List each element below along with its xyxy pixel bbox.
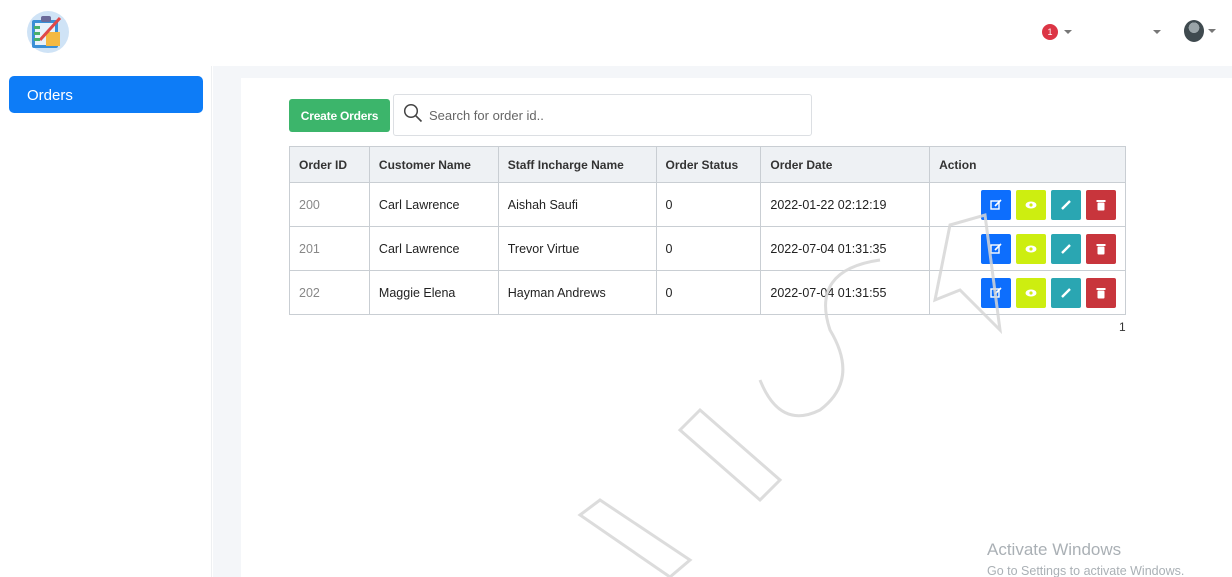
trash-icon [1096,287,1106,298]
activation-subtitle: Go to Settings to activate Windows. [987,564,1185,577]
chevron-down-icon [1064,30,1072,34]
table-header-row: Order ID Customer Name Staff Incharge Na… [289,146,1126,183]
order-id-cell: 200 [289,182,370,227]
chevron-down-icon [1153,30,1161,34]
staff-name-cell: Trevor Virtue [497,226,657,271]
customer-name-cell: Carl Lawrence [368,182,499,227]
view-button[interactable] [1016,233,1046,264]
delete-button[interactable] [1086,233,1116,264]
view-button[interactable] [1016,189,1046,220]
edit-square-button[interactable] [981,233,1011,264]
column-header-action: Action [929,146,1126,183]
column-header-order-id[interactable]: Order ID [289,146,370,183]
edit-square-icon [990,242,1002,254]
eye-icon [1025,245,1037,252]
order-id-cell: 201 [289,226,370,271]
notification-dropdown[interactable]: 1 [1042,24,1072,40]
pencil-icon [1061,243,1071,254]
sidebar-item-orders[interactable]: Orders [9,76,203,113]
action-cell [929,270,1126,315]
top-bar: 1 [0,0,1232,66]
table-row: 200 Carl Lawrence Aishah Saufi 0 2022-01… [289,182,1126,227]
order-status-cell: 0 [655,226,762,271]
column-header-customer-name[interactable]: Customer Name [368,146,499,183]
edit-button[interactable] [1051,233,1081,264]
windows-activation-notice: Activate Windows Go to Settings to activ… [987,540,1184,577]
customer-name-cell: Maggie Elena [368,270,499,315]
order-date-cell: 2022-01-22 02:12:19 [760,182,931,227]
user-menu[interactable] [1184,20,1216,42]
trash-icon [1096,199,1106,210]
edit-button[interactable] [1051,189,1081,220]
order-status-cell: 0 [655,270,762,315]
search-box [393,94,812,136]
delete-button[interactable] [1086,189,1116,220]
edit-button[interactable] [1051,277,1081,308]
language-dropdown[interactable] [1153,30,1161,34]
pencil-icon [1061,199,1071,210]
staff-name-cell: Hayman Andrews [497,270,657,315]
column-header-order-status[interactable]: Order Status [655,146,762,183]
order-status-cell: 0 [655,182,762,227]
view-button[interactable] [1016,277,1046,308]
table-row: 202 Maggie Elena Hayman Andrews 0 2022-0… [289,270,1126,315]
edit-square-button[interactable] [981,277,1011,308]
pagination-page[interactable]: 1 [1119,320,1126,334]
action-cell [929,182,1126,227]
trash-icon [1096,243,1106,254]
table-row: 201 Carl Lawrence Trevor Virtue 0 2022-0… [289,226,1126,271]
order-date-cell: 2022-07-04 01:31:35 [760,226,931,271]
search-icon [403,103,423,128]
order-date-cell: 2022-07-04 01:31:55 [760,270,931,315]
edit-square-icon [990,198,1002,210]
notification-icon: 1 [1042,24,1058,40]
column-header-order-date[interactable]: Order Date [760,146,931,183]
action-cell [929,226,1126,271]
customer-name-cell: Carl Lawrence [368,226,499,271]
delete-button[interactable] [1086,277,1116,308]
order-id-cell: 202 [289,270,370,315]
create-orders-button[interactable]: Create Orders [289,99,390,132]
pencil-icon [1061,287,1071,298]
column-header-staff-name[interactable]: Staff Incharge Name [497,146,657,183]
chevron-down-icon [1208,29,1216,33]
edit-square-icon [990,286,1002,298]
eye-icon [1025,201,1037,208]
search-input[interactable] [429,107,789,123]
app-logo-icon[interactable] [26,10,70,54]
sidebar: Orders [0,66,212,577]
eye-icon [1025,289,1037,296]
orders-table: Order ID Customer Name Staff Incharge Na… [289,146,1126,315]
edit-square-button[interactable] [981,189,1011,220]
user-avatar-icon [1184,20,1204,42]
staff-name-cell: Aishah Saufi [497,182,657,227]
activation-title: Activate Windows [987,540,1122,559]
